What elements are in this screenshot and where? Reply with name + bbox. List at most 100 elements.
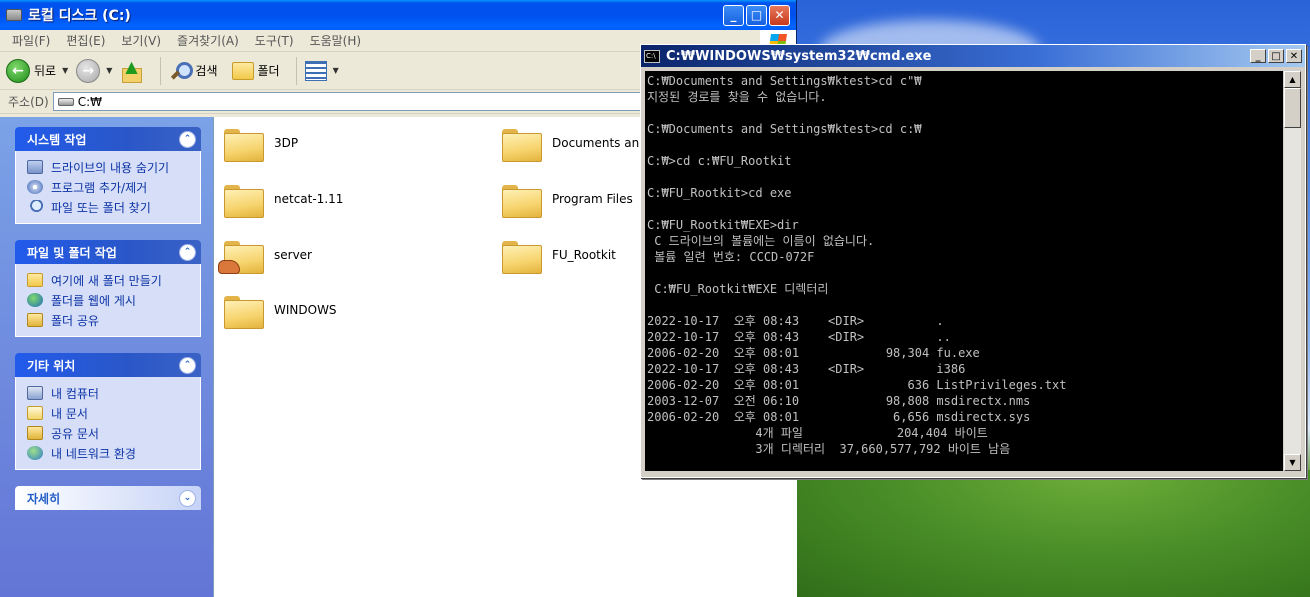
views-dropdown-icon[interactable]: ▼ <box>333 66 339 75</box>
console-line: C:₩Documents and Settings₩ktest>cd c:₩ <box>647 122 922 136</box>
back-button[interactable]: ← 뒤로 ▼ <box>6 58 68 83</box>
task-share-folder[interactable]: 폴더 공유 <box>27 310 200 330</box>
panel-header[interactable]: 시스템 작업 ⌃ <box>15 127 201 151</box>
console-line: 4개 파일 204,404 바이트 <box>647 426 988 440</box>
back-arrow-icon: ← <box>6 58 30 83</box>
task-new-folder[interactable]: 여기에 새 폴더 만들기 <box>27 270 200 290</box>
folder-item[interactable]: 3DP <box>224 126 298 162</box>
panel-header[interactable]: 자세히 ⌄ <box>15 486 201 510</box>
folder-item[interactable]: FU_Rootkit <box>502 238 616 274</box>
cmd-close-button[interactable]: ✕ <box>1286 49 1302 63</box>
folder-icon <box>224 126 264 162</box>
views-icon <box>304 60 327 81</box>
console-line: C:₩>cd c:₩FU_Rootkit <box>647 154 792 168</box>
views-button[interactable]: ▼ <box>304 60 339 81</box>
documents-icon <box>27 406 43 420</box>
task-add-remove-programs[interactable]: 프로그램 추가/제거 <box>27 177 200 197</box>
close-button[interactable]: ✕ <box>769 4 790 26</box>
task-label: 내 네트워크 환경 <box>51 446 136 461</box>
panel-body: 드라이브의 내용 숨기기 프로그램 추가/제거 파일 또는 폴더 찾기 <box>15 151 201 224</box>
task-hide-drive-contents[interactable]: 드라이브의 내용 숨기기 <box>27 157 200 177</box>
new-folder-icon <box>27 273 43 287</box>
forward-button[interactable]: → ▼ <box>76 58 112 83</box>
console-output[interactable]: C:₩Documents and Settings₩ktest>cd c"₩ 지… <box>645 71 1283 471</box>
maximize-button[interactable]: □ <box>746 4 767 26</box>
scroll-thumb[interactable] <box>1284 88 1301 128</box>
scroll-down-icon[interactable]: ▼ <box>1284 454 1301 471</box>
folders-button[interactable]: 폴더 <box>231 61 280 80</box>
task-label: 프로그램 추가/제거 <box>51 180 148 195</box>
menu-help[interactable]: 도움말(H) <box>302 32 370 49</box>
search-icon <box>169 60 194 82</box>
cmd-title: C:₩WINDOWS₩system32₩cmd.exe <box>666 48 932 64</box>
forward-arrow-icon: → <box>76 58 101 83</box>
place-my-documents[interactable]: 내 문서 <box>27 403 200 423</box>
address-value: C:₩ <box>77 94 102 109</box>
menu-view[interactable]: 보기(V) <box>113 32 169 49</box>
menu-file[interactable]: 파일(F) <box>4 32 58 49</box>
explorer-titlebar[interactable]: 로컬 디스크 (C:) _ □ ✕ <box>0 0 796 30</box>
share-folder-icon <box>27 313 43 327</box>
task-label: 드라이브의 내용 숨기기 <box>51 160 170 175</box>
collapse-icon[interactable]: ⌃ <box>179 130 196 148</box>
panel-other-places: 기타 위치 ⌃ 내 컴퓨터 내 문서 공유 문서 내 네트워크 환경 <box>15 353 201 470</box>
panel-header[interactable]: 기타 위치 ⌃ <box>15 353 201 377</box>
search-icon <box>27 200 43 214</box>
globe-icon <box>27 293 43 307</box>
menu-edit[interactable]: 편집(E) <box>58 32 113 49</box>
menu-favorites[interactable]: 즐겨찾기(A) <box>169 32 247 49</box>
minimize-button[interactable]: _ <box>723 4 744 26</box>
up-button[interactable] <box>120 57 144 83</box>
console-line: 2006-02-20 오후 08:01 98,304 fu.exe <box>647 346 980 360</box>
collapse-icon[interactable]: ⌃ <box>179 243 196 261</box>
folders-label: 폴더 <box>257 64 280 78</box>
console-line: 2022-10-17 오후 08:43 <DIR> . <box>647 314 944 328</box>
task-search-files[interactable]: 파일 또는 폴더 찾기 <box>27 197 200 217</box>
folder-name: netcat-1.11 <box>274 192 344 206</box>
cmd-minimize-button[interactable]: _ <box>1250 49 1266 63</box>
folder-icon <box>224 293 264 329</box>
menu-tools[interactable]: 도구(T) <box>247 32 302 49</box>
panel-title: 파일 및 폴더 작업 <box>27 245 117 260</box>
task-publish-web[interactable]: 폴더를 웹에 게시 <box>27 290 200 310</box>
folder-item[interactable]: Program Files <box>502 182 633 218</box>
console-line: 2006-02-20 오후 08:01 636 ListPrivileges.t… <box>647 378 1067 392</box>
task-pane: 시스템 작업 ⌃ 드라이브의 내용 숨기기 프로그램 추가/제거 파일 또는 폴… <box>0 117 213 597</box>
folder-name: FU_Rootkit <box>552 248 616 262</box>
folder-item[interactable]: netcat-1.11 <box>224 182 344 218</box>
panel-body: 내 컴퓨터 내 문서 공유 문서 내 네트워크 환경 <box>15 377 201 470</box>
panel-body: 여기에 새 폴더 만들기 폴더를 웹에 게시 폴더 공유 <box>15 264 201 337</box>
folder-item[interactable]: Documents and <box>502 126 647 162</box>
task-label: 여기에 새 폴더 만들기 <box>51 273 162 288</box>
place-network[interactable]: 내 네트워크 환경 <box>27 443 200 463</box>
cd-icon <box>27 180 43 194</box>
up-folder-icon <box>120 57 144 83</box>
cmd-scrollbar[interactable]: ▲ ▼ <box>1284 71 1301 471</box>
place-shared-documents[interactable]: 공유 문서 <box>27 423 200 443</box>
task-label: 파일 또는 폴더 찾기 <box>51 200 151 215</box>
panel-header[interactable]: 파일 및 폴더 작업 ⌃ <box>15 240 201 264</box>
forward-dropdown-icon[interactable]: ▼ <box>106 66 112 75</box>
cmd-maximize-button[interactable]: □ <box>1268 49 1284 63</box>
cmd-titlebar[interactable]: C:\ C:₩WINDOWS₩system32₩cmd.exe _ □ ✕ <box>641 45 1305 67</box>
folders-icon <box>231 61 254 80</box>
expand-icon[interactable]: ⌄ <box>179 489 196 507</box>
folder-item[interactable]: server <box>218 238 312 274</box>
console-line: C:₩FU_Rootkit>cd exe <box>647 186 792 200</box>
task-label: 폴더를 웹에 게시 <box>51 293 136 308</box>
folder-item[interactable]: WINDOWS <box>224 293 337 329</box>
console-line: C:₩FU_Rootkit₩EXE>dir <box>647 218 799 232</box>
search-button[interactable]: 검색 <box>169 60 218 82</box>
scroll-up-icon[interactable]: ▲ <box>1284 71 1301 88</box>
folder-name: WINDOWS <box>274 303 337 317</box>
back-dropdown-icon[interactable]: ▼ <box>62 66 68 75</box>
address-label: 주소(D) <box>8 95 49 109</box>
folder-name: server <box>274 248 312 262</box>
collapse-icon[interactable]: ⌃ <box>179 356 196 374</box>
console-line: 3개 디렉터리 37,660,577,792 바이트 남음 <box>647 442 1011 456</box>
place-my-computer[interactable]: 내 컴퓨터 <box>27 383 200 403</box>
